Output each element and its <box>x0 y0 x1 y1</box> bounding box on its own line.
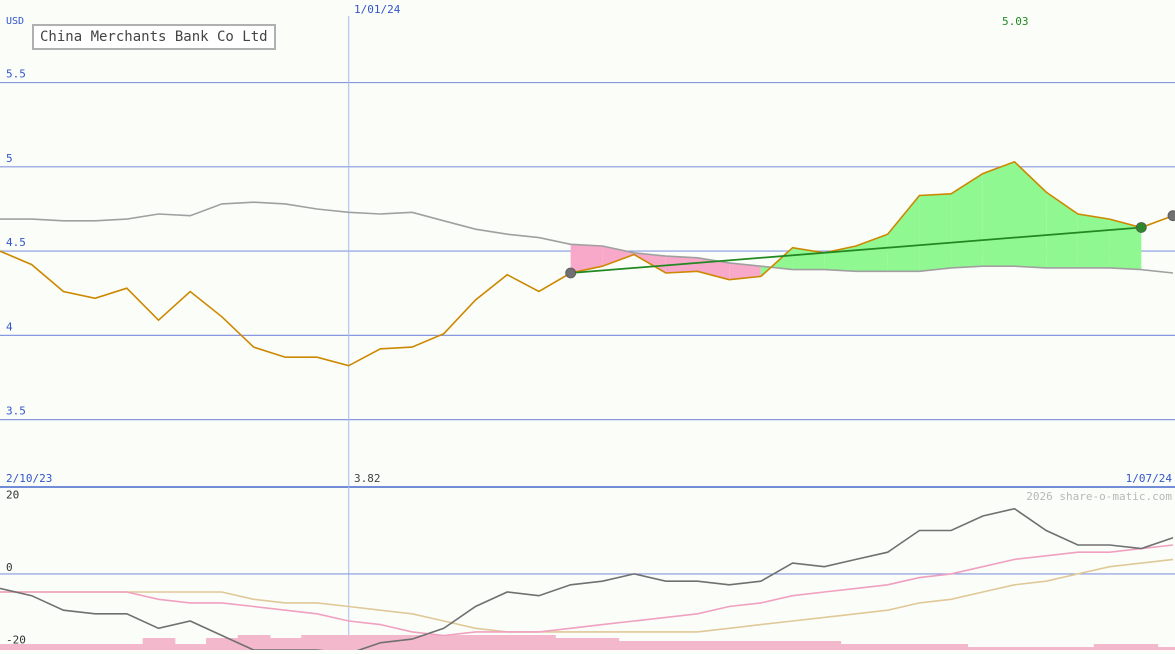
signal-fast-line <box>0 544 1174 637</box>
volume-bar <box>491 635 525 650</box>
volume-bar <box>649 641 683 650</box>
volume-bar <box>269 638 303 650</box>
volume-bar <box>332 635 366 650</box>
y-tick-label: 5 <box>6 152 13 165</box>
y-tick-label: 5.5 <box>6 68 26 81</box>
loss-fill <box>570 244 603 273</box>
gain-fill <box>1077 214 1110 268</box>
grid-layer <box>0 16 1175 650</box>
y-tick-label: 4 <box>6 320 13 333</box>
volume-bar <box>745 641 778 650</box>
y-tick-label: 3.5 <box>6 405 26 418</box>
gain-fill <box>951 173 983 268</box>
indicator-tick-label: -20 <box>6 633 26 646</box>
volume-bar <box>396 635 429 650</box>
gain-fill <box>887 195 920 272</box>
min-price-label: 3.82 <box>354 472 381 485</box>
volume-bar <box>237 635 271 650</box>
x-end-label: 1/07/24 <box>1126 472 1173 485</box>
volume-bar <box>554 638 588 650</box>
volume-bar <box>110 644 144 650</box>
gain-fill <box>982 161 1015 267</box>
volume-bar <box>935 644 968 650</box>
volume-bar <box>142 638 176 650</box>
volume-bar <box>459 635 493 650</box>
momentum-line <box>0 507 1174 654</box>
volume-bar <box>523 635 556 650</box>
y-axis-unit: USD <box>6 16 24 27</box>
gain-fill <box>919 193 952 272</box>
volume-bar <box>1125 644 1159 650</box>
chart-stage: USD 1/01/24 5.03 3.82 2/10/23 1/07/24 20… <box>0 0 1175 654</box>
volume-bar <box>681 641 715 650</box>
y-tick-label: 4.5 <box>6 236 26 249</box>
chart-title: China Merchants Bank Co Ltd <box>32 24 276 50</box>
watermark: 2026 share-o-matic.com <box>1026 490 1172 503</box>
volume-bar <box>903 644 937 650</box>
x-start-label: 2/10/23 <box>6 472 52 485</box>
volume-bar <box>776 641 810 650</box>
indicator-tick-label: 20 <box>6 488 19 501</box>
price-marker <box>1167 210 1175 222</box>
volume-bar <box>1093 644 1127 650</box>
text-layer: USD 1/01/24 5.03 3.82 2/10/23 1/07/24 20… <box>6 3 1172 646</box>
volume-bar <box>840 644 873 650</box>
fill-layer <box>0 161 1175 650</box>
volume-bar <box>427 635 461 650</box>
price-chart: USD 1/01/24 5.03 3.82 2/10/23 1/07/24 20… <box>0 3 1175 654</box>
signal-slow-line <box>0 558 1174 633</box>
volume-bar <box>47 644 81 650</box>
volume-bar <box>713 641 747 650</box>
volume-bar <box>871 644 905 650</box>
price-marker <box>1135 222 1147 233</box>
volume-bar <box>79 644 112 650</box>
volume-bar <box>206 638 239 650</box>
indicator-tick-label: 0 <box>6 561 13 574</box>
max-price-label: 5.03 <box>1002 15 1029 28</box>
year-marker-label: 1/01/24 <box>354 3 401 16</box>
volume-bar <box>301 635 334 650</box>
volume-bar <box>174 644 208 650</box>
volume-bar <box>586 638 620 650</box>
volume-bar <box>808 641 842 650</box>
volume-bar <box>618 641 651 650</box>
price-marker <box>565 267 577 279</box>
